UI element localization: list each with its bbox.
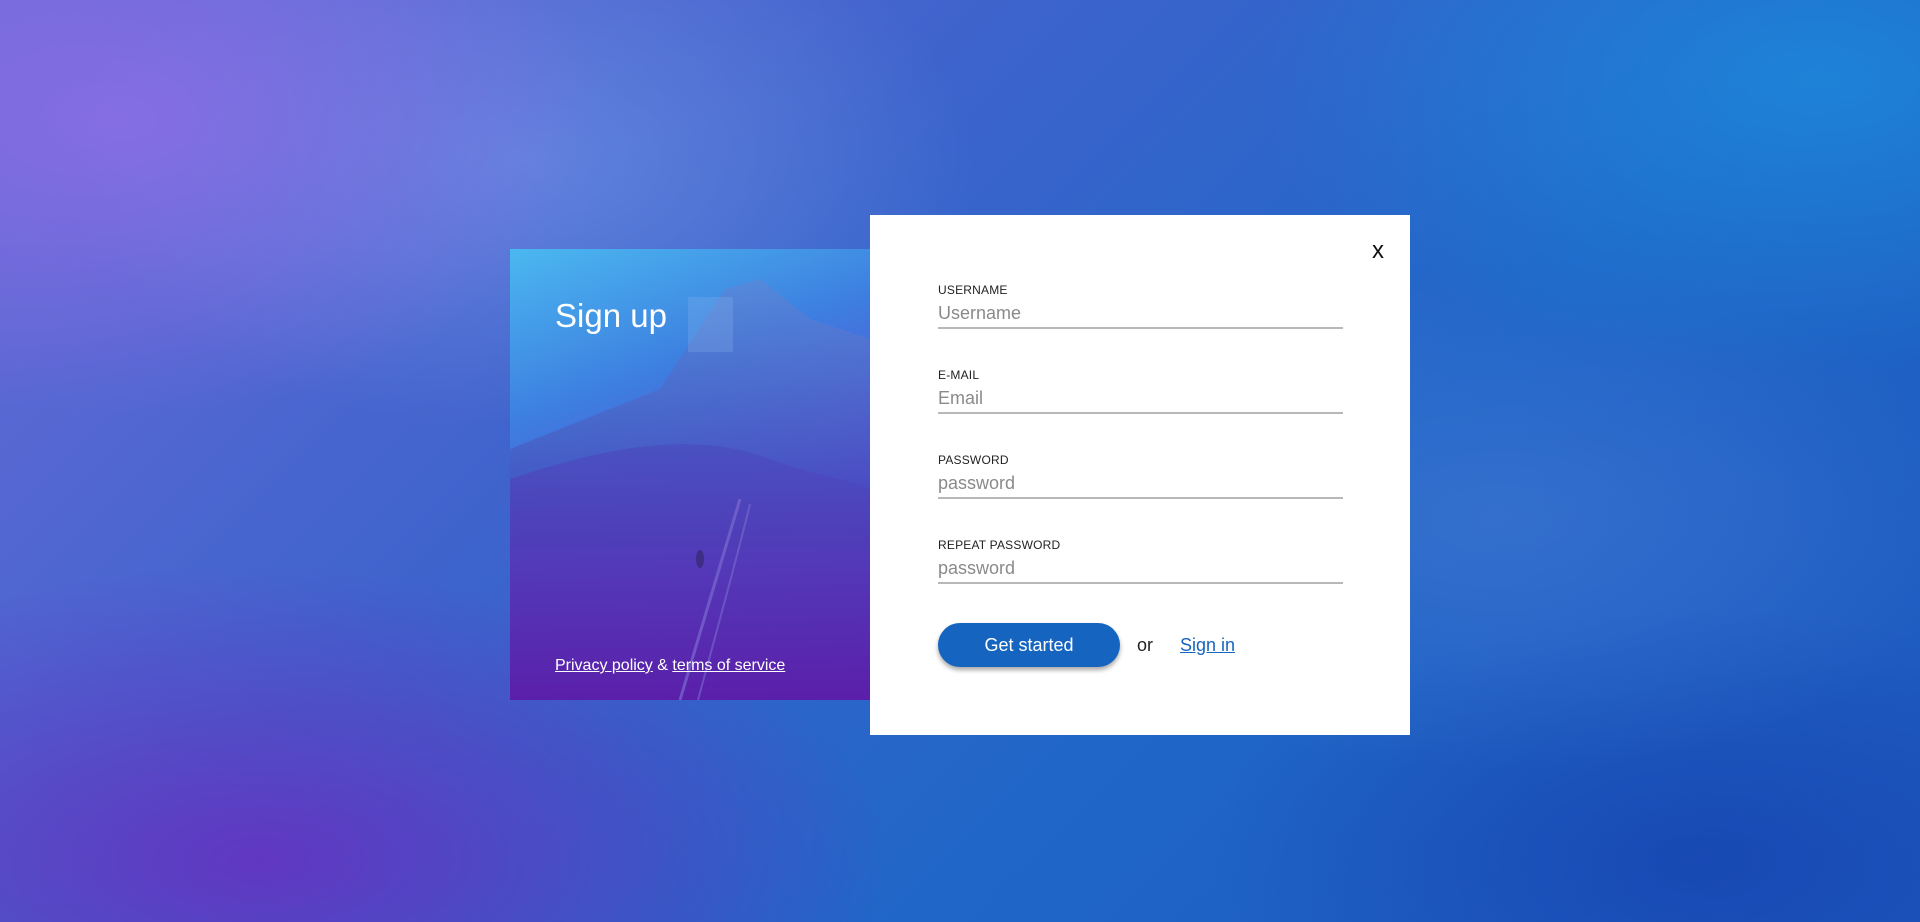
signup-form-card: x USERNAME E-MAIL PASSWORD REPEAT PASSWO… (870, 215, 1410, 735)
email-label: E-MAIL (938, 368, 980, 382)
form-actions: Get started or Sign in (938, 623, 1235, 667)
sign-in-link[interactable]: Sign in (1180, 635, 1235, 656)
password-label: PASSWORD (938, 453, 1009, 467)
username-field-group: USERNAME (938, 283, 1343, 329)
legal-links: Privacy policy & terms of service (555, 657, 785, 675)
repeat-password-input[interactable] (938, 558, 1343, 584)
or-text: or (1137, 634, 1154, 655)
repeat-password-label: REPEAT PASSWORD (938, 538, 1061, 552)
close-button[interactable]: x (1372, 239, 1384, 263)
ampersand-text: & (657, 657, 668, 674)
page-title: Sign up (555, 297, 667, 334)
signup-image-panel: Sign up Privacy policy & terms of servic… (510, 249, 870, 700)
privacy-policy-link[interactable]: Privacy policy (555, 657, 653, 674)
terms-of-service-link[interactable]: terms of service (672, 657, 785, 674)
password-field-group: PASSWORD (938, 453, 1343, 499)
username-label: USERNAME (938, 283, 1008, 297)
email-field-group: E-MAIL (938, 368, 1343, 414)
password-input[interactable] (938, 473, 1343, 499)
get-started-button[interactable]: Get started (938, 623, 1120, 667)
email-input[interactable] (938, 388, 1343, 414)
repeat-password-field-group: REPEAT PASSWORD (938, 538, 1343, 584)
username-input[interactable] (938, 303, 1343, 329)
